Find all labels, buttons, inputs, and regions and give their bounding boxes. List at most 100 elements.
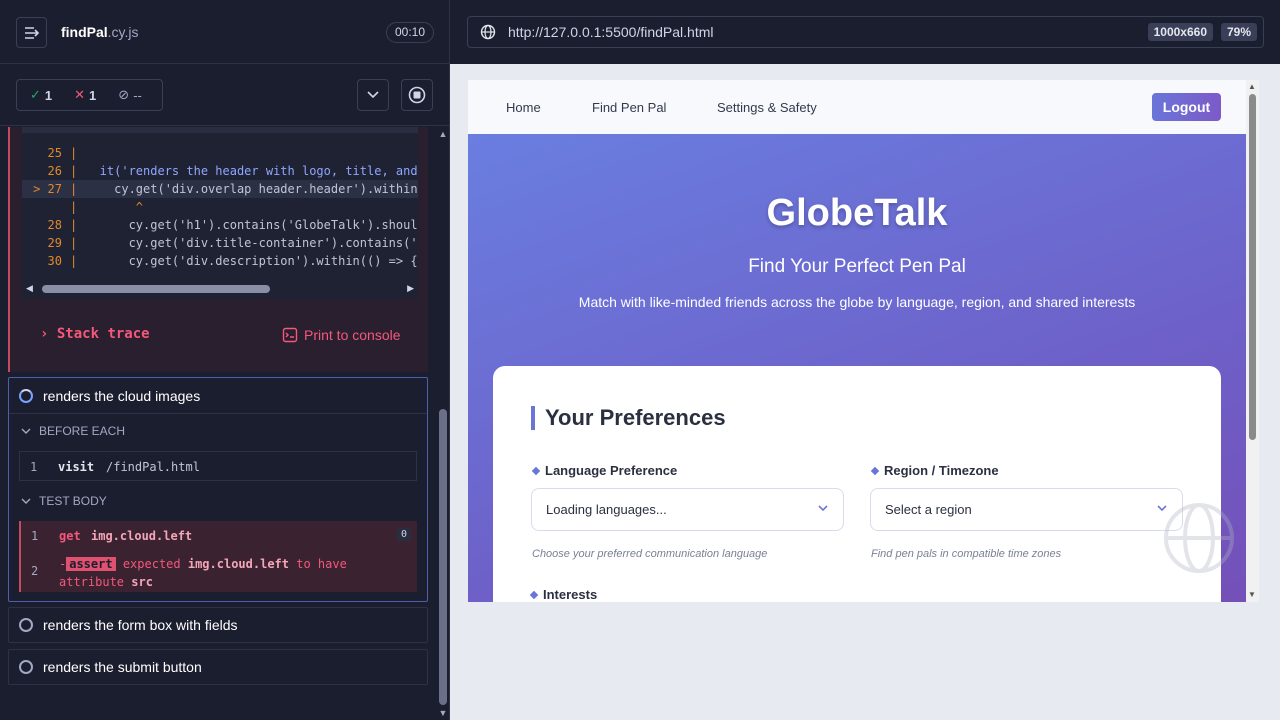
globe-icon bbox=[480, 24, 496, 40]
spec-header: findPal.cy.js 00:10 bbox=[0, 0, 450, 64]
region-hint: Find pen pals in compatible time zones bbox=[871, 548, 1062, 560]
assert-tag: assert bbox=[66, 557, 116, 571]
pending-circle-icon bbox=[19, 618, 33, 632]
code-line: 29 | cy.get('div.title-container').contai… bbox=[47, 236, 418, 250]
url-text[interactable]: http://127.0.0.1:5500/findPal.html bbox=[508, 24, 713, 40]
scroll-up-icon[interactable]: ▲ bbox=[438, 130, 448, 139]
stop-button[interactable] bbox=[401, 79, 433, 111]
active-test-title: renders the cloud images bbox=[43, 387, 201, 404]
run-timer: 00:10 bbox=[386, 22, 435, 43]
check-icon: ✓ bbox=[30, 87, 41, 102]
chevron-down-icon bbox=[367, 91, 379, 99]
language-select-value: Loading languages... bbox=[546, 502, 667, 517]
scroll-thumb[interactable] bbox=[1249, 94, 1256, 440]
failed-stat[interactable]: ✕ 1 bbox=[74, 87, 96, 103]
nav-link-find-pen-pal[interactable]: Find Pen Pal bbox=[592, 100, 666, 115]
passed-count: 1 bbox=[44, 87, 53, 103]
command-name: get bbox=[59, 529, 81, 543]
code-line-active: > 27 | cy.get('div.overlap header.header'… bbox=[22, 180, 418, 198]
scroll-right-icon[interactable]: ▶ bbox=[407, 283, 414, 294]
app-navbar: Home Find Pen Pal Settings & Safety Logo… bbox=[468, 80, 1246, 134]
active-test-header[interactable]: renders the cloud images bbox=[9, 378, 427, 414]
test-row[interactable]: renders the form box with fields bbox=[8, 607, 428, 643]
test-title: renders the form box with fields bbox=[43, 617, 238, 633]
scroll-down-icon[interactable]: ▼ bbox=[438, 709, 448, 718]
test-body-hook[interactable]: TEST BODY bbox=[21, 494, 107, 508]
scroll-thumb[interactable] bbox=[42, 285, 270, 293]
chevron-down-icon bbox=[818, 505, 828, 512]
app-scrollbar[interactable]: ▲ ▼ bbox=[1246, 80, 1259, 602]
print-to-console-label: Print to console bbox=[304, 327, 401, 343]
chevron-down-icon bbox=[21, 498, 31, 504]
spec-extension: .cy.js bbox=[107, 24, 139, 40]
language-select[interactable]: Loading languages... bbox=[531, 488, 844, 531]
test-title: renders the submit button bbox=[43, 659, 202, 675]
terminal-icon bbox=[282, 327, 298, 343]
scroll-up-icon[interactable]: ▲ bbox=[1248, 82, 1256, 91]
code-horizontal-scrollbar[interactable]: ◀ ▶ bbox=[22, 281, 418, 297]
active-line-marker: > bbox=[33, 182, 41, 196]
diamond-icon bbox=[529, 590, 539, 599]
code-line: 28 | cy.get('h1').contains('GlobeTalk').s… bbox=[47, 218, 418, 232]
diamond-icon bbox=[531, 466, 541, 475]
app-title: GlobeTalk bbox=[766, 192, 948, 234]
url-bar[interactable]: http://127.0.0.1:5500/findPal.html 1000x… bbox=[467, 16, 1264, 48]
command-arg: img.cloud.left bbox=[91, 529, 193, 543]
collapse-all-button[interactable] bbox=[357, 79, 389, 111]
command-name: visit bbox=[58, 460, 95, 474]
app-under-test: Home Find Pen Pal Settings & Safety Logo… bbox=[468, 80, 1259, 602]
reporter-panel: findPal.cy.js 00:10 ✓ 1 ✕ 1 ⊘ -- 25 | 26 | it… bbox=[0, 0, 450, 720]
code-line: 25 | bbox=[47, 146, 78, 160]
pending-stat[interactable]: ⊘ -- bbox=[118, 87, 142, 103]
test-row[interactable]: renders the submit button bbox=[8, 649, 428, 685]
pending-circle-icon bbox=[19, 660, 33, 674]
spec-filename: findPal.cy.js bbox=[61, 24, 139, 40]
menu-icon bbox=[24, 26, 39, 39]
logout-button[interactable]: Logout bbox=[1152, 93, 1221, 121]
command-number: 1 bbox=[30, 460, 38, 474]
zoom-badge: 79% bbox=[1220, 23, 1257, 41]
running-spinner-icon bbox=[19, 388, 33, 403]
active-test: renders the cloud images BEFORE EACH 1 v… bbox=[8, 377, 428, 602]
preferences-title: Your Preferences bbox=[531, 406, 726, 430]
code-line: 26 | it('renders the header with logo, ti… bbox=[47, 164, 418, 178]
cross-icon: ✕ bbox=[74, 87, 86, 102]
nav-link-settings-safety[interactable]: Settings & Safety bbox=[717, 100, 817, 115]
command-get-row[interactable]: 1 get img.cloud.left 0 bbox=[21, 521, 417, 549]
region-select-value: Select a region bbox=[885, 502, 972, 517]
before-each-label: BEFORE EACH bbox=[39, 424, 126, 438]
region-select[interactable]: Select a region bbox=[870, 488, 1183, 531]
app-subtitle: Find Your Perfect Pen Pal bbox=[748, 256, 966, 277]
specs-list-button[interactable] bbox=[16, 17, 47, 48]
command-visit[interactable]: 1 visit /findPal.html bbox=[19, 451, 417, 481]
region-label: Region / Timezone bbox=[870, 463, 999, 478]
command-get-failed[interactable]: 1 get img.cloud.left 0 2 - assert expecte… bbox=[19, 521, 417, 592]
passed-stat[interactable]: ✓ 1 bbox=[30, 87, 52, 103]
command-arg: /findPal.html bbox=[106, 460, 200, 474]
app-description: Match with like-minded friends across th… bbox=[578, 294, 1136, 310]
diamond-icon bbox=[870, 466, 880, 475]
command-number: 1 bbox=[31, 529, 39, 543]
stop-icon bbox=[408, 86, 426, 104]
failed-count: 1 bbox=[89, 87, 97, 103]
hero-section: GlobeTalk Find Your Perfect Pen Pal Matc… bbox=[468, 134, 1246, 602]
reporter-scrollbar[interactable]: ▲ ▼ bbox=[436, 127, 450, 720]
before-each-hook[interactable]: BEFORE EACH bbox=[21, 424, 125, 438]
aut-panel: http://127.0.0.1:5500/findPal.html 1000x… bbox=[450, 0, 1280, 720]
interests-label: Interests bbox=[529, 587, 597, 602]
nav-link-home[interactable]: Home bbox=[506, 100, 541, 115]
stack-trace-toggle[interactable]: › Stack trace bbox=[40, 326, 150, 342]
preferences-card: Your Preferences Language Preference Loa… bbox=[493, 366, 1221, 602]
chevron-right-icon: › bbox=[40, 326, 49, 342]
test-body-label: TEST BODY bbox=[39, 494, 107, 508]
scroll-left-icon[interactable]: ◀ bbox=[26, 283, 33, 294]
viewport-badge[interactable]: 1000x660 bbox=[1147, 23, 1213, 41]
scroll-thumb[interactable] bbox=[439, 409, 447, 705]
pending-count: -- bbox=[133, 87, 142, 103]
error-block: 25 | 26 | it('renders the header with logo… bbox=[8, 127, 428, 372]
chevron-down-icon bbox=[21, 428, 31, 434]
language-label: Language Preference bbox=[531, 463, 677, 478]
print-to-console-button[interactable]: Print to console bbox=[282, 327, 401, 343]
command-assert-row[interactable]: - assert expected img.cloud.left to have … bbox=[59, 555, 409, 591]
scroll-down-icon[interactable]: ▼ bbox=[1248, 590, 1256, 599]
